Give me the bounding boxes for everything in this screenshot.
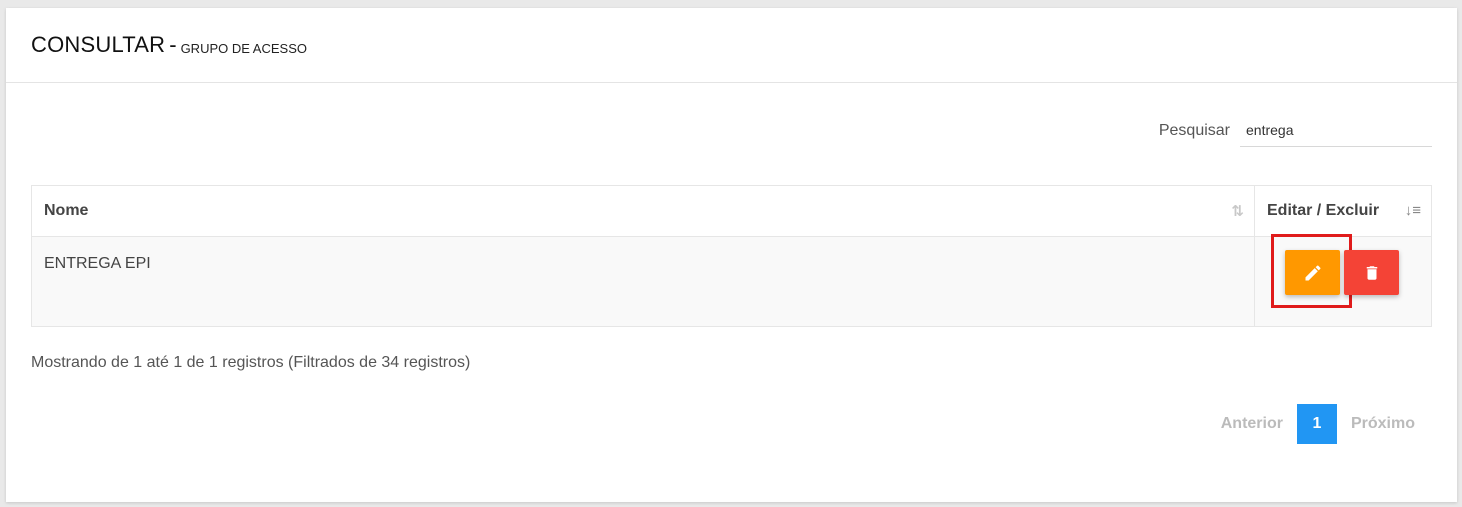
search-bar: Pesquisar bbox=[1159, 114, 1432, 147]
pencil-icon bbox=[1305, 264, 1321, 280]
table-info: Mostrando de 1 até 1 de 1 registros (Fil… bbox=[31, 354, 471, 371]
column-header-label: Editar / Excluir bbox=[1267, 202, 1380, 219]
page-number-current[interactable]: 1 bbox=[1296, 404, 1337, 444]
sort-neutral-icon[interactable]: ⇅ bbox=[1231, 202, 1244, 220]
results-table: Nome ⇅ Editar / Excluir ↓≡ ENTREGA EPI bbox=[31, 185, 1432, 327]
title-separator: - bbox=[169, 32, 177, 57]
cell-name: ENTREGA EPI bbox=[31, 236, 1255, 327]
search-label: Pesquisar bbox=[1158, 121, 1230, 139]
previous-page-link[interactable]: Anterior bbox=[1209, 415, 1295, 433]
trash-icon bbox=[1366, 265, 1377, 280]
card-header: CONSULTAR - GRUPO DE ACESSO bbox=[6, 8, 1457, 83]
sort-amount-icon[interactable]: ↓≡ bbox=[1405, 202, 1421, 219]
page-subtitle: GRUPO DE ACESSO bbox=[180, 40, 307, 56]
delete-button[interactable] bbox=[1344, 250, 1399, 295]
pagination: Anterior 1 Próximo bbox=[1209, 404, 1427, 444]
content-card: CONSULTAR - GRUPO DE ACESSO Pesquisar No… bbox=[6, 8, 1457, 502]
table-header-row: Nome ⇅ Editar / Excluir ↓≡ bbox=[31, 185, 1432, 237]
search-input[interactable] bbox=[1240, 114, 1432, 147]
edit-button[interactable] bbox=[1285, 250, 1340, 295]
next-page-link[interactable]: Próximo bbox=[1339, 415, 1427, 433]
cell-actions bbox=[1254, 234, 1432, 327]
page-title: CONSULTAR bbox=[31, 32, 166, 57]
column-header-label: Nome bbox=[44, 202, 89, 219]
column-header-actions[interactable]: Editar / Excluir ↓≡ bbox=[1254, 185, 1432, 237]
table-row: ENTREGA EPI bbox=[31, 234, 1432, 327]
column-header-nome[interactable]: Nome ⇅ bbox=[31, 185, 1255, 237]
